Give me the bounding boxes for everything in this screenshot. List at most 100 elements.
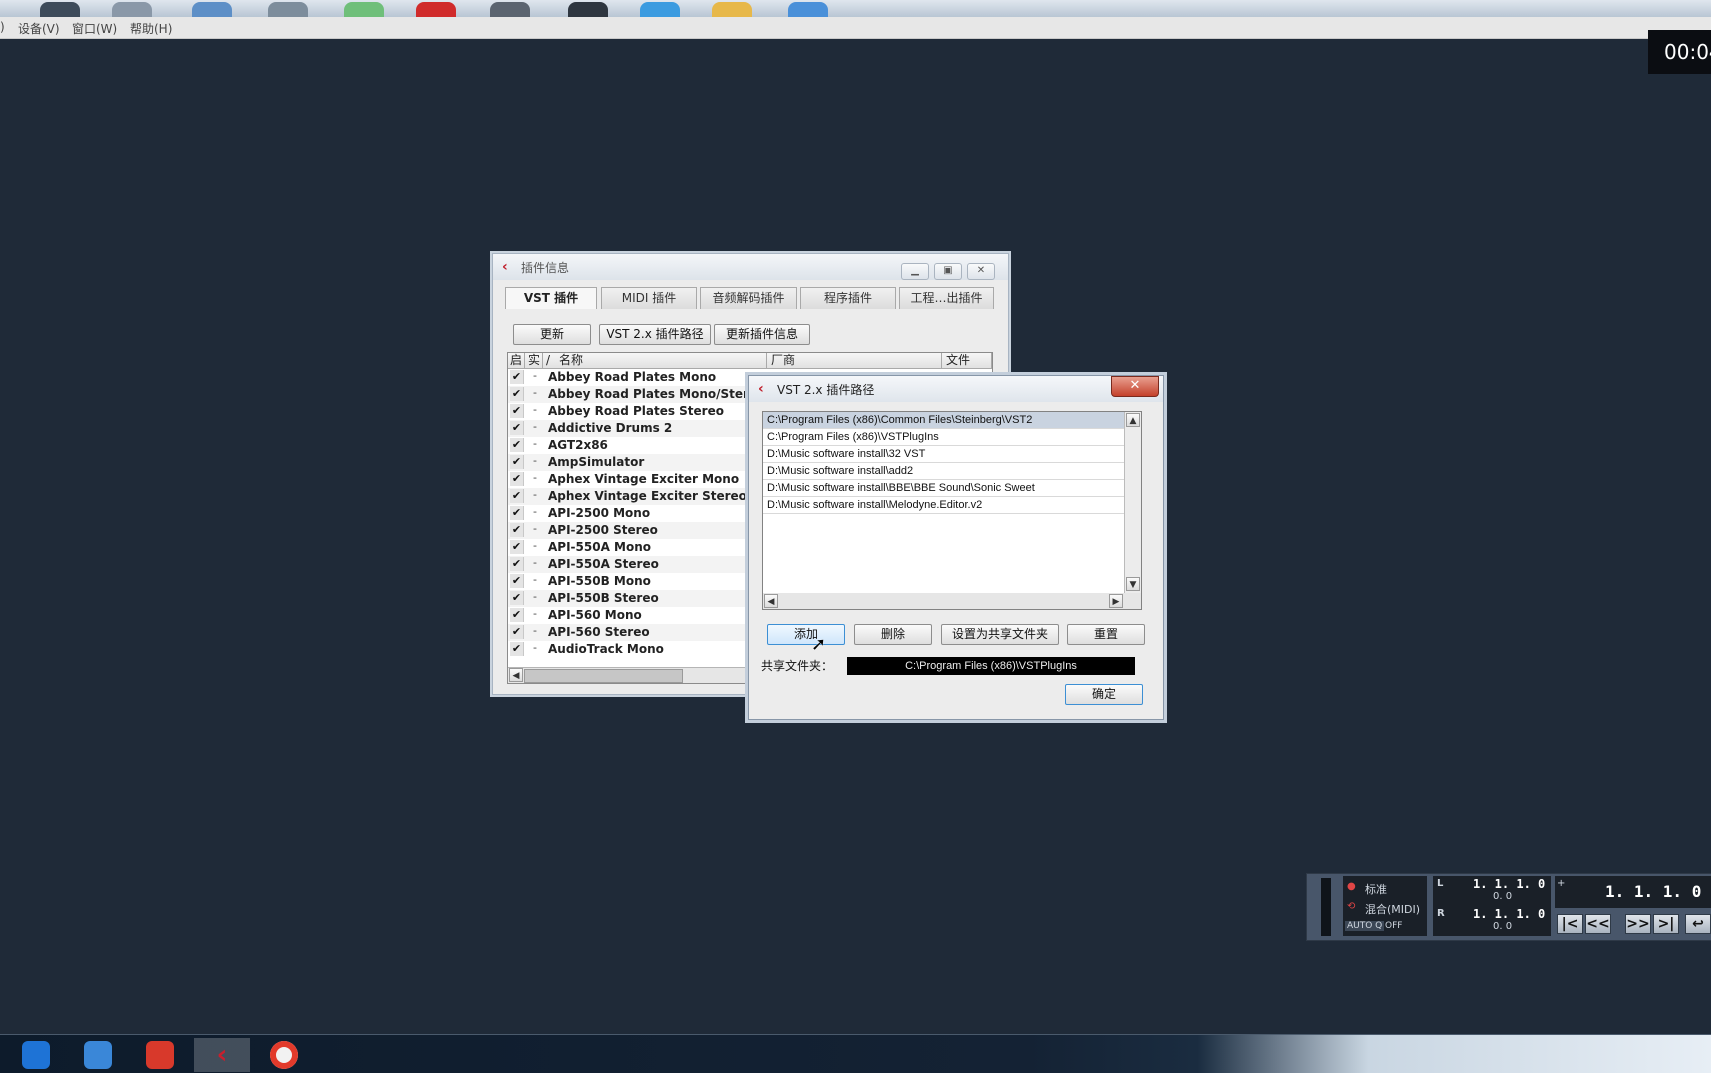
- plugin-enabled-checkbox[interactable]: ✔: [510, 506, 524, 520]
- tab-audio-codec-plugins[interactable]: 音频解码插件: [700, 287, 797, 309]
- ok-button[interactable]: 确定: [1065, 684, 1143, 705]
- app-icon[interactable]: [568, 2, 608, 17]
- taskbar-cloud-app[interactable]: [70, 1038, 126, 1072]
- cycle-mode-label[interactable]: 混合(MIDI): [1365, 901, 1420, 917]
- taskbar-cubase[interactable]: ‹: [194, 1038, 250, 1072]
- plugin-enabled-checkbox[interactable]: ✔: [510, 608, 524, 622]
- path-horizontal-scrollbar[interactable]: ◀ ▶: [762, 593, 1142, 610]
- scroll-up-icon[interactable]: ▲: [1126, 413, 1140, 427]
- tab-midi-plugins[interactable]: MIDI 插件: [601, 287, 697, 309]
- app-icon[interactable]: [192, 2, 232, 17]
- app-icon[interactable]: [788, 2, 828, 17]
- vst-path-item[interactable]: D:\Music software install\add2: [763, 463, 1124, 480]
- record-icon: [270, 1041, 298, 1069]
- taskbar: ‹: [0, 1034, 1711, 1073]
- app-icon[interactable]: [712, 2, 752, 17]
- plugin-name: Abbey Road Plates Mono/Stereo: [548, 387, 766, 401]
- app-icon[interactable]: [112, 2, 152, 17]
- reset-button[interactable]: 重置: [1067, 624, 1145, 645]
- plugin-instance-count: -: [533, 403, 537, 416]
- minimize-button[interactable]: ▁: [901, 263, 929, 280]
- go-to-end-button[interactable]: >|: [1653, 914, 1679, 934]
- vst-path-item[interactable]: D:\Music software install\BBE\BBE Sound\…: [763, 480, 1124, 497]
- plugin-enabled-checkbox[interactable]: ✔: [510, 523, 524, 537]
- plugin-window-titlebar[interactable]: ‹ 插件信息 ▁ ▣ ✕: [493, 254, 1008, 280]
- maximize-button[interactable]: ▣: [934, 263, 962, 280]
- app-icon[interactable]: [268, 2, 308, 17]
- fast-forward-button[interactable]: >>: [1625, 914, 1651, 934]
- taskbar-teamviewer[interactable]: [8, 1038, 64, 1072]
- plugin-instance-count: -: [533, 539, 537, 552]
- menu-item-partial[interactable]: ): [0, 20, 5, 34]
- plugin-enabled-checkbox[interactable]: ✔: [510, 540, 524, 554]
- app-icon[interactable]: [416, 2, 456, 17]
- plugin-enabled-checkbox[interactable]: ✔: [510, 370, 524, 384]
- vst-path-item[interactable]: D:\Music software install\32 VST: [763, 446, 1124, 463]
- close-button[interactable]: ✕: [1111, 376, 1159, 397]
- tab-project-export-plugins[interactable]: 工程…出插件: [899, 287, 994, 309]
- plugin-enabled-checkbox[interactable]: ✔: [510, 455, 524, 469]
- taskbar-red-app[interactable]: [132, 1038, 188, 1072]
- vst-path-item[interactable]: C:\Program Files (x86)\VSTPlugIns: [763, 429, 1124, 446]
- record-mode-label[interactable]: 标准: [1365, 881, 1387, 897]
- plugin-name: AudioTrack Mono: [548, 642, 664, 656]
- update-button[interactable]: 更新: [513, 324, 591, 345]
- plugin-enabled-checkbox[interactable]: ✔: [510, 489, 524, 503]
- plugin-name: AGT2x86: [548, 438, 608, 452]
- app-icon[interactable]: [344, 2, 384, 17]
- app-icon[interactable]: [640, 2, 680, 17]
- app-icon: [146, 1041, 174, 1069]
- plugin-enabled-checkbox[interactable]: ✔: [510, 642, 524, 656]
- rewind-button[interactable]: <<: [1585, 914, 1611, 934]
- app-icon[interactable]: [490, 2, 530, 17]
- plugin-enabled-checkbox[interactable]: ✔: [510, 421, 524, 435]
- menu-item-window[interactable]: 窗口(W): [72, 20, 117, 37]
- go-to-start-button[interactable]: |<: [1557, 914, 1583, 934]
- delete-button[interactable]: 删除: [854, 624, 932, 645]
- column-instance[interactable]: 实: [525, 353, 543, 369]
- close-button[interactable]: ✕: [967, 263, 995, 280]
- scroll-left-icon[interactable]: ◀: [764, 594, 778, 608]
- add-button[interactable]: 添加: [767, 624, 845, 645]
- plugin-enabled-checkbox[interactable]: ✔: [510, 472, 524, 486]
- plugin-enabled-checkbox[interactable]: ✔: [510, 387, 524, 401]
- plugin-enabled-checkbox[interactable]: ✔: [510, 625, 524, 639]
- cycle-button[interactable]: ↩: [1685, 914, 1711, 934]
- scrollbar-thumb[interactable]: [524, 669, 683, 683]
- plugin-instance-count: -: [533, 607, 537, 620]
- plugin-enabled-checkbox[interactable]: ✔: [510, 591, 524, 605]
- column-file[interactable]: 文件: [942, 353, 992, 369]
- scroll-right-icon[interactable]: ▶: [1109, 594, 1123, 608]
- dialog-titlebar[interactable]: ‹ VST 2.x 插件路径 ✕: [749, 376, 1163, 402]
- plugin-name: API-550B Stereo: [548, 591, 659, 605]
- scroll-left-icon[interactable]: ◀: [509, 668, 523, 682]
- plugin-name: AmpSimulator: [548, 455, 645, 469]
- scroll-down-icon[interactable]: ▼: [1126, 577, 1140, 591]
- menu-item-help[interactable]: 帮助(H): [130, 20, 172, 37]
- update-plugin-info-button[interactable]: 更新插件信息: [714, 324, 810, 345]
- left-locator[interactable]: 1. 1. 1. 0: [1473, 877, 1545, 891]
- vertical-scrollbar[interactable]: ▲ ▼: [1124, 412, 1141, 593]
- position-display[interactable]: 1. 1. 1. 0: [1605, 882, 1701, 901]
- vst2-path-button[interactable]: VST 2.x 插件路径: [599, 324, 711, 345]
- plugin-enabled-checkbox[interactable]: ✔: [510, 557, 524, 571]
- auto-quantize-label[interactable]: AUTO Q: [1345, 921, 1385, 931]
- vst-path-list[interactable]: C:\Program Files (x86)\Common Files\Stei…: [762, 411, 1142, 595]
- column-vendor[interactable]: 厂商: [767, 353, 942, 369]
- right-locator[interactable]: 1. 1. 1. 0: [1473, 907, 1545, 921]
- plugin-enabled-checkbox[interactable]: ✔: [510, 404, 524, 418]
- menu-item-devices[interactable]: 设备(V): [18, 20, 60, 37]
- plugin-enabled-checkbox[interactable]: ✔: [510, 574, 524, 588]
- vst-path-item[interactable]: D:\Music software install\Melodyne.Edito…: [763, 497, 1124, 514]
- column-name[interactable]: 名称: [555, 353, 767, 369]
- column-enabled[interactable]: 启: [508, 353, 525, 369]
- set-shared-folder-button[interactable]: 设置为共享文件夹: [941, 624, 1059, 645]
- tab-vst-plugins[interactable]: VST 插件: [505, 287, 597, 309]
- tab-program-plugins[interactable]: 程序插件: [800, 287, 896, 309]
- cubase-logo-icon: ‹: [502, 259, 508, 275]
- plugin-enabled-checkbox[interactable]: ✔: [510, 438, 524, 452]
- taskbar-recorder[interactable]: [256, 1038, 312, 1072]
- app-icon[interactable]: [40, 2, 80, 17]
- vst-path-item[interactable]: C:\Program Files (x86)\Common Files\Stei…: [763, 412, 1124, 429]
- plugin-instance-count: -: [533, 522, 537, 535]
